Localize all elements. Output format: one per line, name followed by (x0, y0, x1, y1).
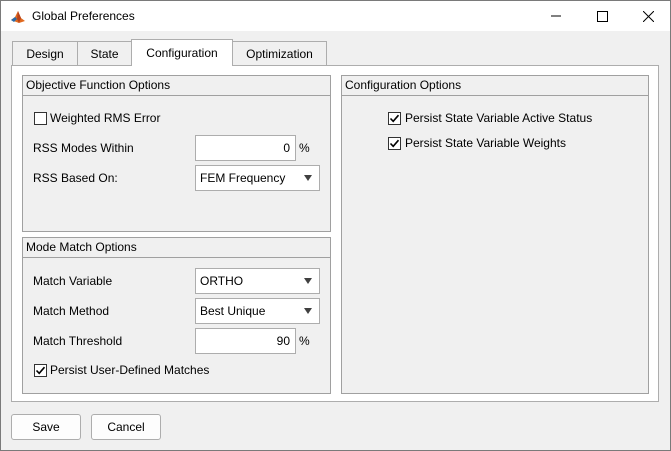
match-method-label: Match Method (33, 304, 110, 318)
weighted-rms-label: Weighted RMS Error (50, 111, 161, 125)
group-title: Configuration Options (342, 76, 648, 96)
match-threshold-input[interactable]: 90 (195, 328, 296, 354)
match-method-dropdown[interactable]: Best Unique (195, 298, 320, 324)
rss-modes-input[interactable]: 0 (195, 135, 296, 161)
tab-state[interactable]: State (77, 41, 132, 65)
configuration-options-group: Configuration Options Persist State Vari… (341, 75, 649, 394)
checkmark-icon (389, 114, 400, 123)
chevron-down-icon (304, 175, 312, 181)
minimize-icon (551, 15, 561, 17)
match-threshold-label: Match Threshold (33, 334, 123, 348)
persist-active-label: Persist State Variable Active Status (405, 111, 593, 125)
match-method-value: Best Unique (200, 304, 266, 318)
cancel-button[interactable]: Cancel (91, 414, 161, 440)
minimize-button[interactable] (533, 1, 579, 31)
persist-matches-label: Persist User-Defined Matches (50, 363, 210, 377)
rss-based-label: RSS Based On: (33, 171, 118, 185)
save-button[interactable]: Save (11, 414, 81, 440)
objective-function-group: Objective Function Options Weighted RMS … (22, 75, 331, 232)
tab-design[interactable]: Design (12, 41, 78, 65)
checkmark-icon (35, 366, 46, 375)
match-variable-dropdown[interactable]: ORTHO (195, 268, 320, 294)
rss-modes-unit: % (299, 141, 310, 155)
chevron-down-icon (304, 308, 312, 314)
persist-matches-checkbox[interactable] (34, 364, 47, 377)
rss-modes-label: RSS Modes Within (33, 141, 134, 155)
rss-based-dropdown[interactable]: FEM Frequency (195, 165, 320, 191)
rss-based-value: FEM Frequency (200, 171, 286, 185)
chevron-down-icon (304, 278, 312, 284)
mode-match-group: Mode Match Options Match Variable ORTHO … (22, 237, 331, 394)
persist-active-checkbox[interactable] (388, 112, 401, 125)
weighted-rms-checkbox[interactable] (34, 112, 47, 125)
match-variable-value: ORTHO (200, 274, 244, 288)
persist-weights-label: Persist State Variable Weights (405, 136, 566, 150)
checkmark-icon (389, 139, 400, 148)
match-threshold-unit: % (299, 334, 310, 348)
tab-optimization[interactable]: Optimization (232, 41, 327, 65)
match-variable-label: Match Variable (33, 274, 113, 288)
close-icon (642, 10, 654, 22)
maximize-icon (596, 10, 608, 22)
title-bar: Global Preferences (0, 0, 671, 31)
group-title: Mode Match Options (23, 238, 330, 258)
close-button[interactable] (625, 1, 671, 31)
window-title: Global Preferences (32, 9, 135, 23)
matlab-logo-icon (10, 9, 26, 25)
persist-weights-checkbox[interactable] (388, 137, 401, 150)
tab-configuration[interactable]: Configuration (131, 39, 233, 66)
maximize-button[interactable] (579, 1, 625, 31)
group-title: Objective Function Options (23, 76, 330, 96)
